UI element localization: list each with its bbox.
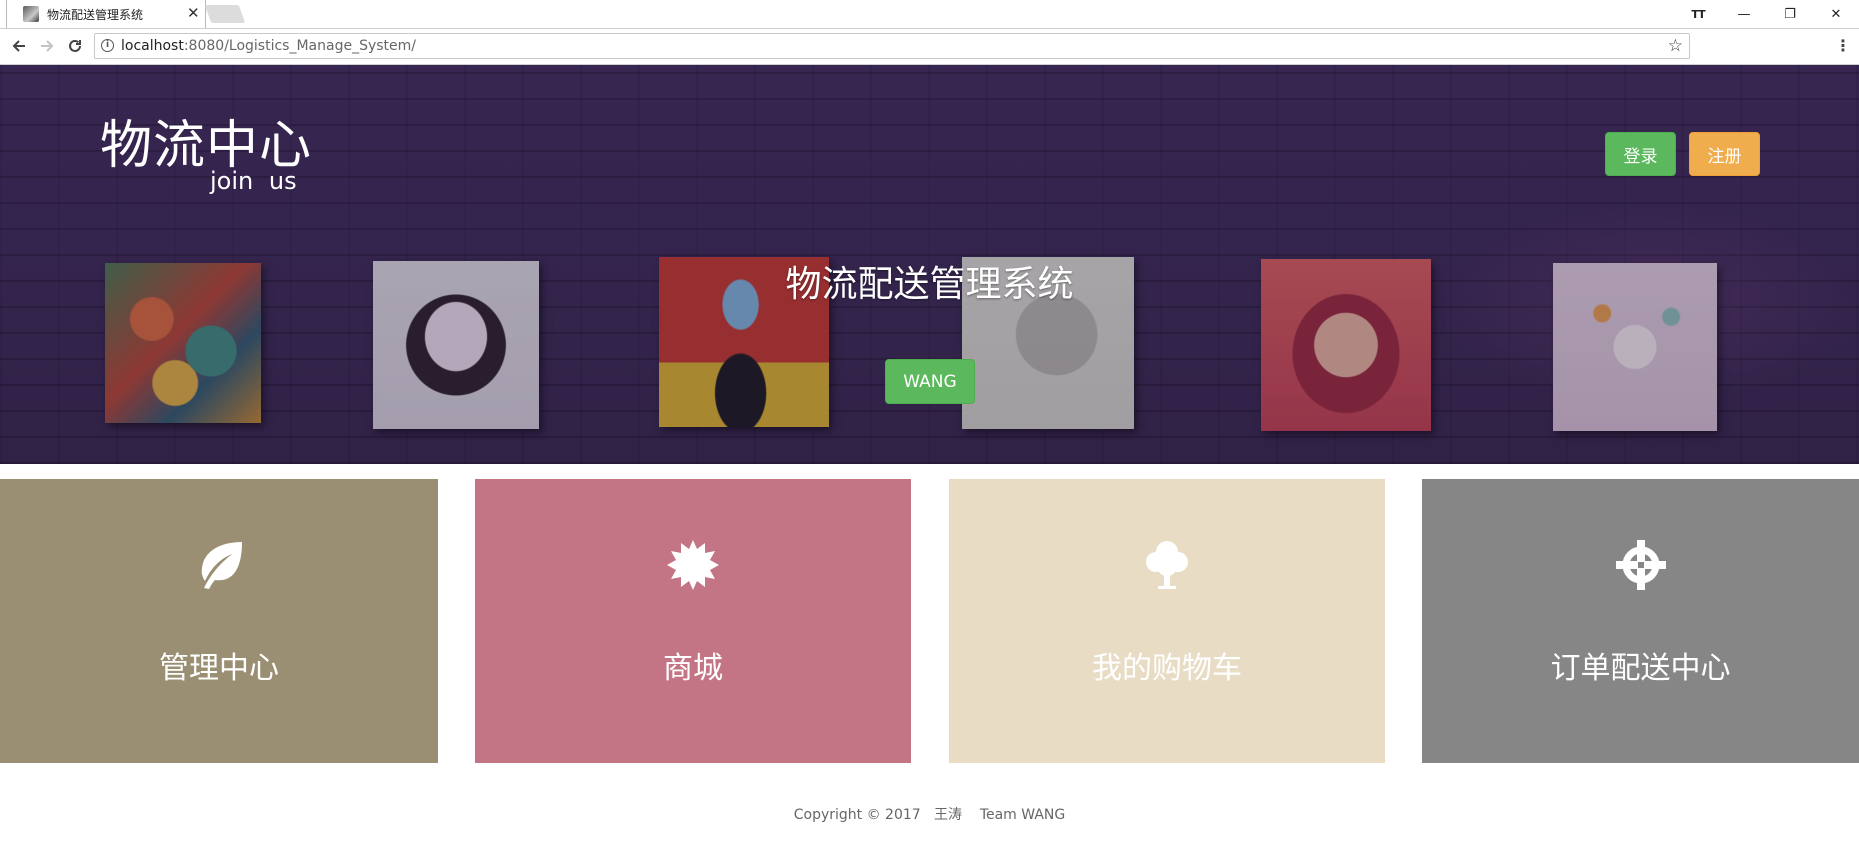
- tile-my-cart[interactable]: 我的购物车: [949, 479, 1385, 763]
- url-path: :8080/Logistics_Manage_System/: [183, 38, 416, 54]
- text-size-button[interactable]: TT: [1675, 0, 1721, 28]
- hero-heading: 物流配送管理系统: [785, 264, 1074, 305]
- tile-management-center[interactable]: 管理中心: [0, 479, 438, 763]
- tree-icon: [1146, 541, 1188, 589]
- info-icon[interactable]: i: [101, 39, 114, 52]
- bookmark-star-icon[interactable]: ☆: [1668, 36, 1683, 56]
- footer-copyright: Copyright © 2017 王涛 Team WANG: [793, 807, 1066, 823]
- tile-mall[interactable]: 商城: [475, 479, 911, 763]
- url-host: localhost: [121, 38, 184, 54]
- restore-button[interactable]: ❐: [1767, 0, 1813, 28]
- favicon-icon: [23, 6, 39, 22]
- tile-label: 管理中心: [159, 651, 279, 686]
- reload-icon: [69, 39, 81, 52]
- tab-title: 物流配送管理系统: [47, 8, 144, 22]
- minimize-button[interactable]: —: [1721, 0, 1767, 28]
- new-tab-button[interactable]: [204, 5, 246, 23]
- menu-dots-icon[interactable]: ⋮: [1835, 36, 1851, 55]
- crosshair-icon: [1615, 540, 1666, 590]
- tile-label: 我的购物车: [1092, 651, 1242, 686]
- tab-close-icon[interactable]: ✕: [187, 4, 200, 22]
- browser-toolbar: i localhost:8080/Logistics_Manage_System…: [0, 29, 1859, 65]
- address-bar[interactable]: i localhost:8080/Logistics_Manage_System…: [94, 33, 1690, 59]
- back-arrow-icon: [12, 40, 25, 52]
- tile-label: 商城: [663, 651, 723, 686]
- certificate-icon: [667, 540, 719, 590]
- leaf-icon: [201, 542, 242, 589]
- browser-tab[interactable]: 物流配送管理系统 ✕: [6, 0, 206, 28]
- hero-banner: 物流中心 join us 登录 注册 物流配送管理系统 WANG: [0, 65, 1859, 464]
- back-button[interactable]: [8, 35, 30, 57]
- login-button[interactable]: 登录: [1605, 132, 1676, 176]
- forward-arrow-icon: [41, 40, 54, 52]
- window-controls: TT — ❐ ✕: [1675, 0, 1859, 28]
- url-text[interactable]: localhost:8080/Logistics_Manage_System/: [121, 38, 416, 54]
- tile-label: 订单配送中心: [1550, 651, 1731, 686]
- close-window-button[interactable]: ✕: [1813, 0, 1859, 28]
- reload-button[interactable]: [64, 35, 86, 57]
- brand-subtitle: join us: [210, 167, 297, 195]
- browser-tabstrip: 物流配送管理系统 ✕ TT — ❐ ✕: [0, 0, 1859, 29]
- wang-button[interactable]: WANG: [885, 359, 975, 404]
- register-button[interactable]: 注册: [1689, 132, 1760, 176]
- forward-button[interactable]: [36, 35, 58, 57]
- tile-order-delivery-center[interactable]: 订单配送中心: [1422, 479, 1859, 763]
